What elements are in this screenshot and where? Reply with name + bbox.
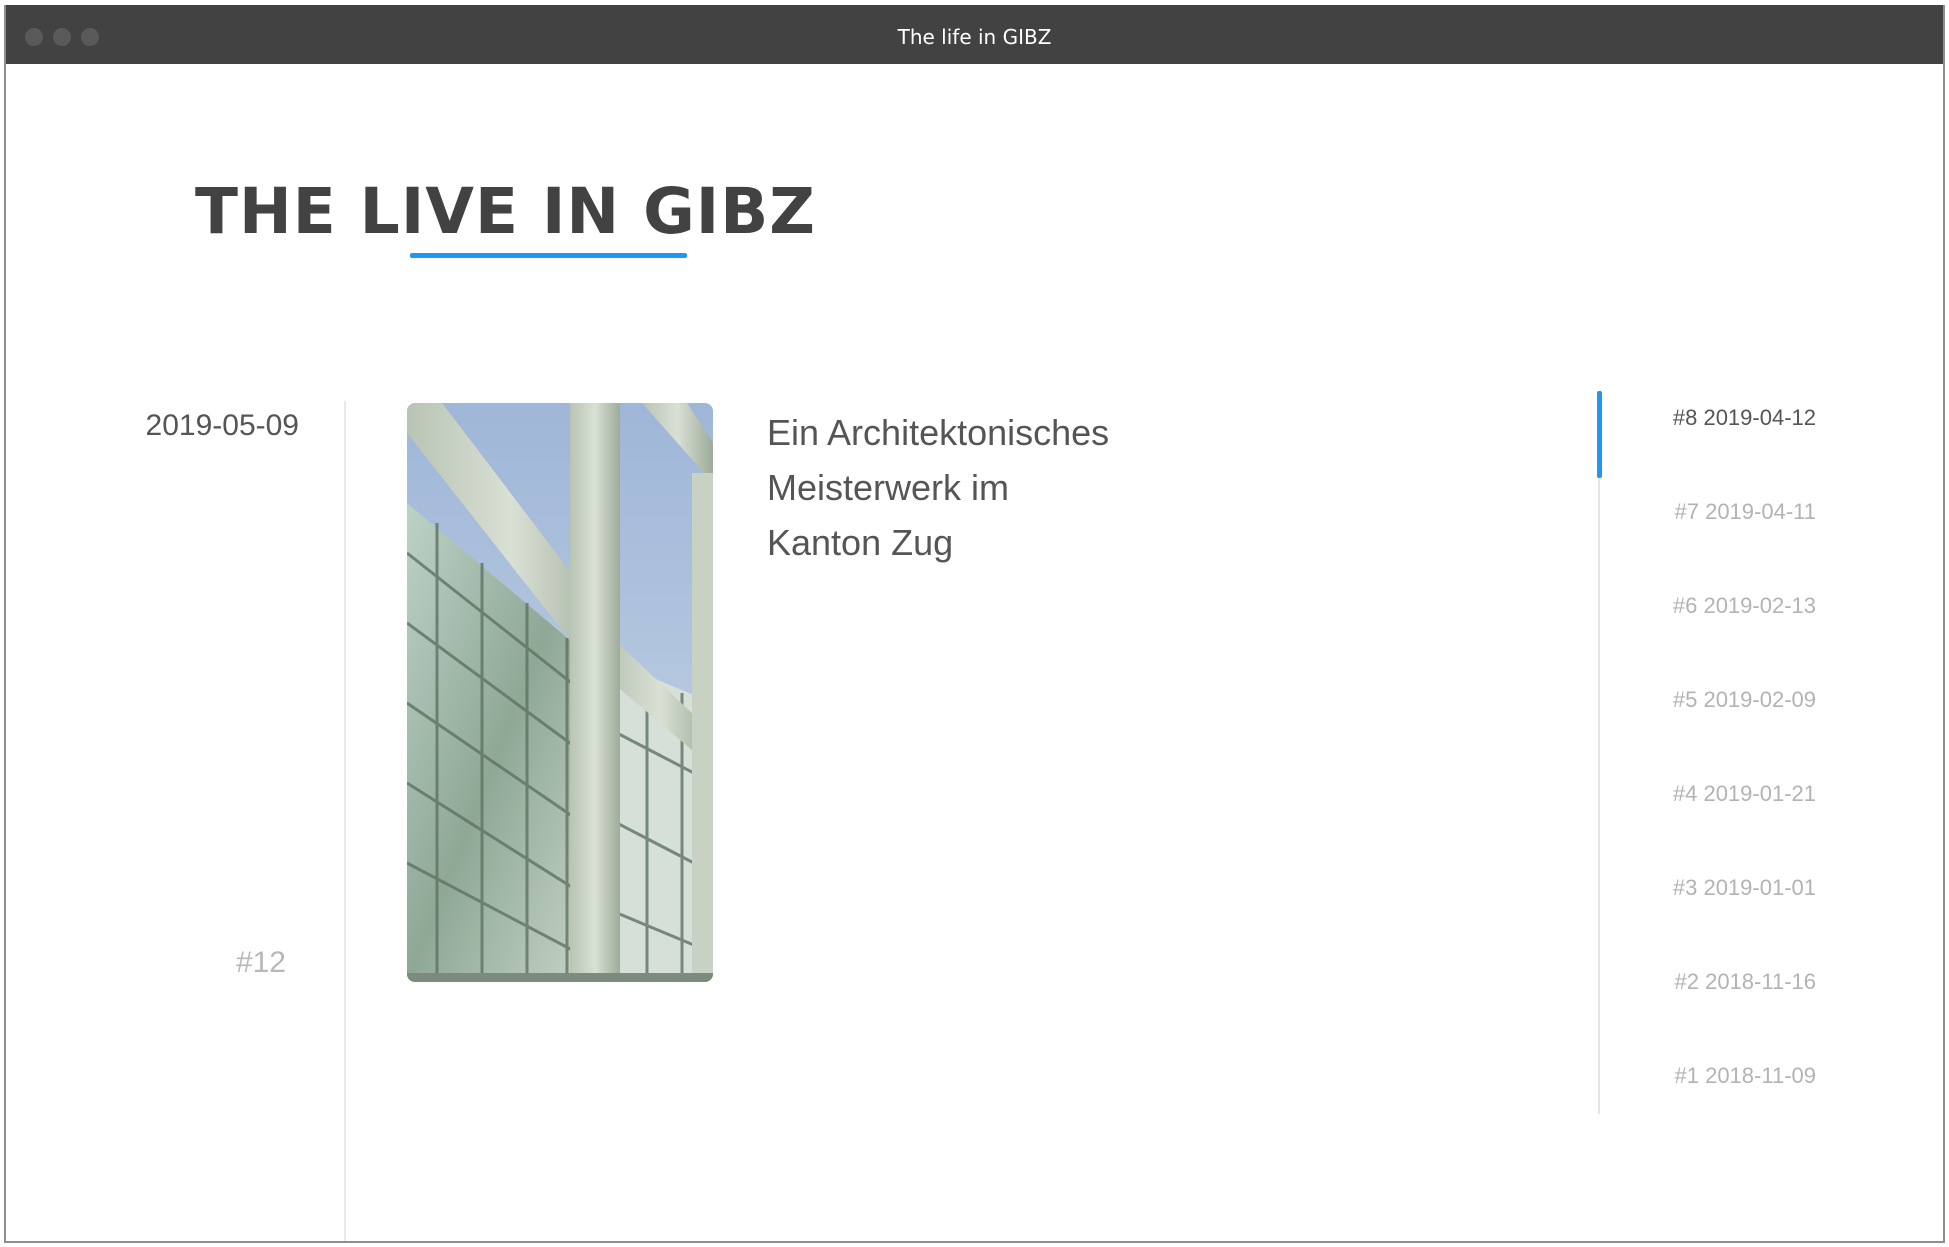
post-image[interactable]	[407, 403, 713, 982]
title-bar: The life in GIBZ	[6, 5, 1943, 64]
window-title: The life in GIBZ	[897, 25, 1052, 49]
timeline-nav-item[interactable]: #7 2019-04-11	[1626, 499, 1817, 593]
post-title[interactable]: Ein Architektonisches Meisterwerk im Kan…	[767, 405, 1187, 570]
title-underline	[410, 253, 687, 258]
post-title-line-2: Meisterwerk im	[767, 467, 1010, 508]
post-date: 2019-05-09	[145, 409, 299, 442]
timeline-nav-item[interactable]: #5 2019-02-09	[1626, 687, 1816, 781]
app-window: The life in GIBZ THE LIVE IN GIBZ 2019-0…	[4, 5, 1945, 1243]
timeline-nav-track	[1598, 397, 1600, 1114]
timeline-nav-item[interactable]: #6 2019-02-13	[1626, 593, 1816, 687]
timeline-divider	[344, 401, 346, 1241]
timeline-active-indicator	[1597, 391, 1602, 478]
post-number: #12	[235, 946, 286, 979]
timeline-nav-item[interactable]: #1 2018-11-09	[1626, 1063, 1817, 1157]
timeline-nav-item[interactable]: #3 2019-01-01	[1626, 875, 1816, 969]
building-photo	[407, 403, 713, 982]
timeline-nav: #8 2019-04-12 #7 2019-04-11 #6 2019-02-1…	[1626, 405, 1816, 1157]
page-title: THE LIVE IN GIBZ	[195, 175, 816, 248]
timeline-nav-item[interactable]: #8 2019-04-12	[1626, 405, 1816, 499]
post-title-line-3: Kanton Zug	[767, 522, 954, 563]
timeline-nav-item[interactable]: #2 2018-11-16	[1626, 969, 1817, 1063]
timeline-nav-item[interactable]: #4 2019-01-21	[1626, 781, 1816, 875]
post-title-line-1: Ein Architektonisches	[767, 412, 1110, 453]
